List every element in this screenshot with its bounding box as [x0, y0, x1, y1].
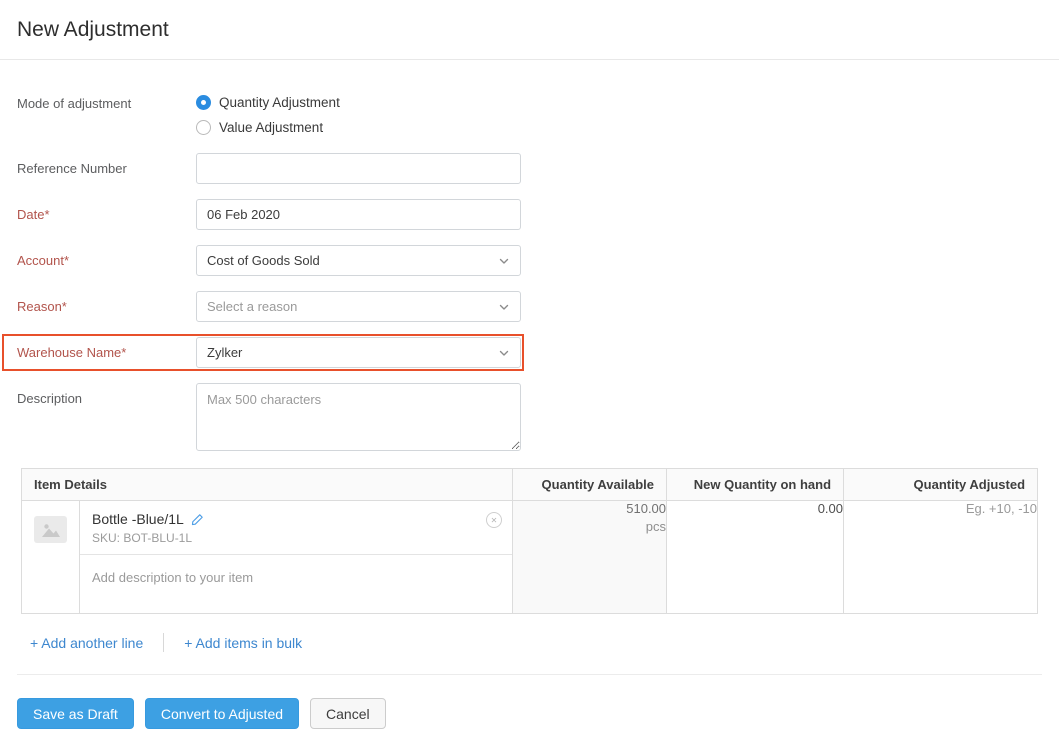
quantity-adjustment-radio-label: Quantity Adjustment: [219, 95, 340, 110]
reason-label: Reason*: [17, 299, 196, 314]
mode-of-adjustment-label: Mode of adjustment: [17, 95, 196, 111]
reference-number-label: Reference Number: [17, 161, 196, 176]
column-header-item-details: Item Details: [22, 469, 513, 501]
page-header: New Adjustment: [0, 0, 1059, 60]
chevron-down-icon: [498, 301, 510, 313]
new-quantity-cell[interactable]: 0.00: [667, 501, 844, 614]
cancel-button[interactable]: Cancel: [310, 698, 386, 729]
save-as-draft-button[interactable]: Save as Draft: [17, 698, 134, 729]
add-items-in-bulk-link[interactable]: + Add items in bulk: [184, 635, 302, 651]
account-select[interactable]: Cost of Goods Sold: [196, 245, 521, 276]
quantity-adjusted-placeholder: Eg. +10, -10: [844, 501, 1037, 516]
edit-item-icon[interactable]: [191, 513, 204, 526]
quantity-available-value: 510.00: [513, 501, 666, 516]
date-row: Date*: [17, 199, 523, 230]
chevron-down-icon: [498, 255, 510, 267]
mode-radio-group: Quantity Adjustment Value Adjustment: [196, 95, 340, 135]
quantity-unit: pcs: [513, 519, 666, 534]
column-header-quantity-available: Quantity Available: [513, 469, 667, 501]
account-row: Account* Cost of Goods Sold: [17, 245, 523, 276]
radio-selected-icon[interactable]: [196, 95, 211, 110]
column-header-new-quantity: New Quantity on hand: [667, 469, 844, 501]
adjustment-form: Mode of adjustment Quantity Adjustment V…: [0, 60, 1059, 451]
value-adjustment-radio-label: Value Adjustment: [219, 120, 323, 135]
warehouse-select-value: Zylker: [207, 345, 242, 360]
reason-select[interactable]: Select a reason: [196, 291, 521, 322]
item-details-table: Item Details Quantity Available New Quan…: [21, 468, 1038, 614]
footer-buttons: Save as Draft Convert to Adjusted Cancel: [17, 698, 1059, 729]
convert-to-adjusted-button[interactable]: Convert to Adjusted: [145, 698, 299, 729]
chevron-down-icon: [498, 347, 510, 359]
item-name: Bottle -Blue/1L: [92, 511, 184, 527]
remove-item-icon[interactable]: ✕: [486, 512, 502, 528]
mode-of-adjustment-row: Mode of adjustment Quantity Adjustment V…: [17, 95, 523, 135]
item-description-placeholder[interactable]: Add description to your item: [80, 555, 512, 600]
reason-row: Reason* Select a reason: [17, 291, 523, 322]
account-label: Account*: [17, 253, 196, 268]
reference-number-input[interactable]: [196, 153, 521, 184]
warehouse-select[interactable]: Zylker: [196, 337, 521, 368]
new-quantity-value: 0.00: [667, 501, 843, 516]
warehouse-row: Warehouse Name* Zylker: [17, 337, 523, 368]
reference-number-row: Reference Number: [17, 153, 523, 184]
description-row: Description: [17, 383, 523, 451]
link-divider: [163, 633, 164, 652]
date-label: Date*: [17, 207, 196, 222]
warehouse-label: Warehouse Name*: [17, 345, 196, 360]
item-sku: SKU: BOT-BLU-1L: [92, 531, 482, 545]
table-actions: + Add another line + Add items in bulk: [30, 633, 1059, 652]
description-textarea[interactable]: [196, 383, 521, 451]
description-label: Description: [17, 383, 196, 406]
page-title: New Adjustment: [17, 18, 169, 42]
quantity-available-cell: 510.00 pcs: [513, 501, 667, 614]
add-another-line-link[interactable]: + Add another line: [30, 635, 143, 651]
table-header-row: Item Details Quantity Available New Quan…: [22, 469, 1038, 501]
item-image-cell: [22, 501, 80, 614]
date-input[interactable]: [196, 199, 521, 230]
account-select-value: Cost of Goods Sold: [207, 253, 320, 268]
item-image-placeholder-icon: [34, 516, 67, 543]
footer-divider: [17, 674, 1042, 675]
value-adjustment-radio[interactable]: Value Adjustment: [196, 120, 340, 135]
table-row: Bottle -Blue/1L ✕ SKU: BOT-BLU-1L Add de…: [22, 501, 1038, 614]
item-summary: Bottle -Blue/1L ✕ SKU: BOT-BLU-1L: [80, 501, 512, 555]
quantity-adjustment-radio[interactable]: Quantity Adjustment: [196, 95, 340, 110]
quantity-adjusted-cell[interactable]: Eg. +10, -10: [844, 501, 1038, 614]
item-details-cell: Bottle -Blue/1L ✕ SKU: BOT-BLU-1L Add de…: [80, 501, 513, 614]
column-header-quantity-adjusted: Quantity Adjusted: [844, 469, 1038, 501]
radio-unselected-icon[interactable]: [196, 120, 211, 135]
reason-select-placeholder: Select a reason: [207, 299, 297, 314]
